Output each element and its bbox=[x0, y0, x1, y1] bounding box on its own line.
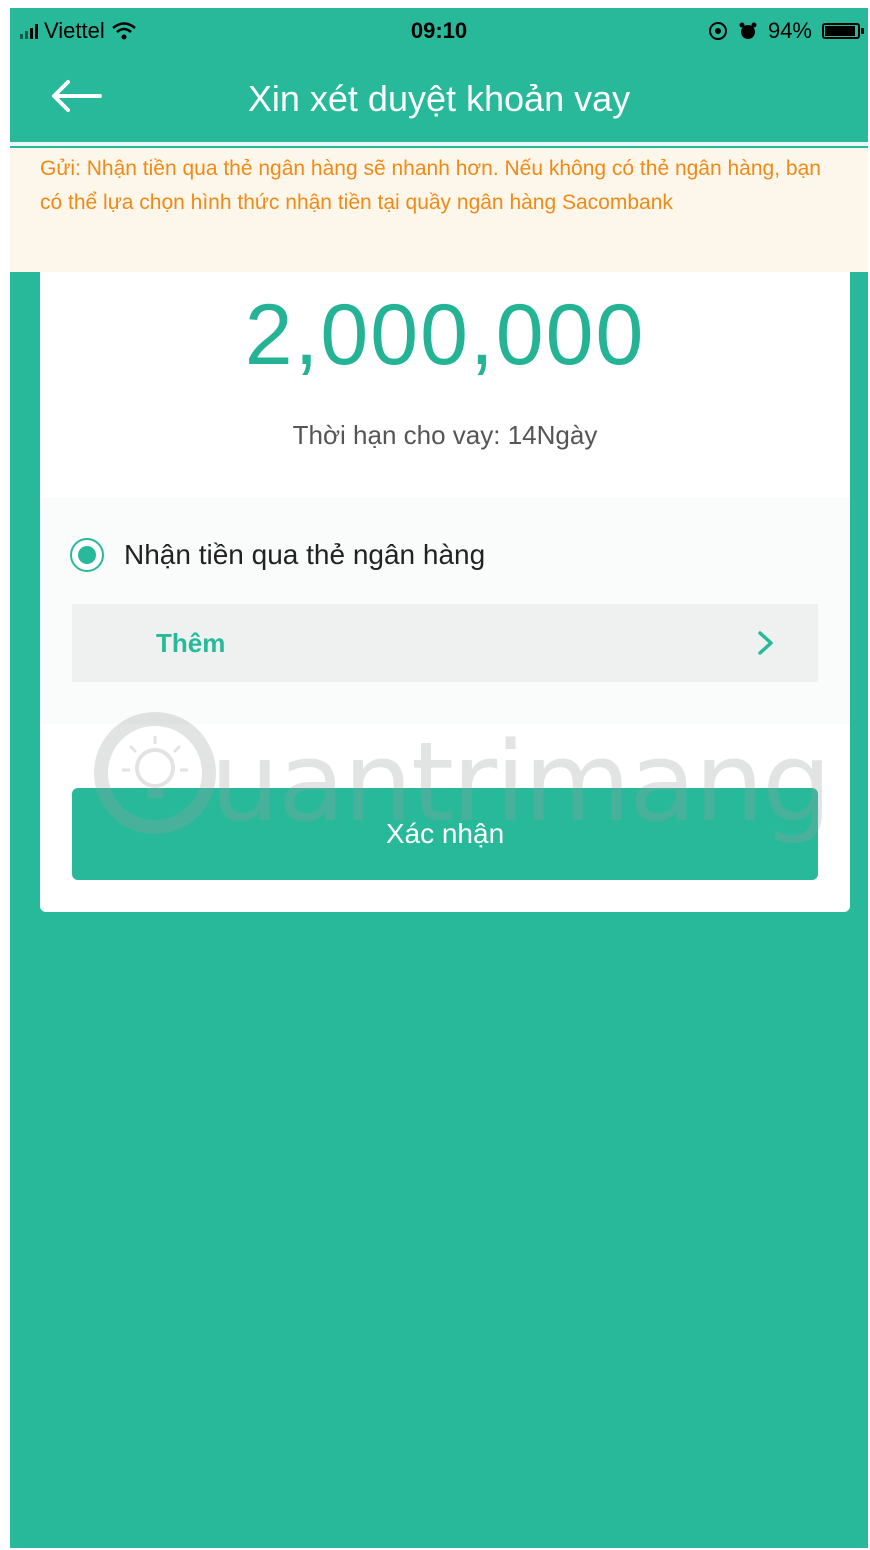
confirm-button[interactable]: Xác nhận bbox=[72, 788, 818, 880]
battery-percent: 94% bbox=[767, 18, 812, 43]
battery-level bbox=[825, 26, 856, 36]
status-right: 94% bbox=[708, 18, 864, 44]
chevron-right-icon bbox=[758, 631, 773, 655]
rotation-lock-icon bbox=[708, 22, 727, 40]
receive-method-option[interactable]: Nhận tiền qua thẻ ngân hàng bbox=[70, 538, 485, 572]
status-bar: Viettel 09:10 94% bbox=[10, 8, 868, 54]
notice-banner: Gửi: Nhận tiền qua thẻ ngân hàng sẽ nhan… bbox=[10, 148, 868, 272]
nav-divider bbox=[10, 142, 868, 146]
page-title: Xin xét duyệt khoản vay bbox=[247, 78, 631, 119]
nav-bar: Xin xét duyệt khoản vay bbox=[10, 54, 868, 142]
app-screen: Viettel 09:10 94% Xin xét duyệt khoản va… bbox=[10, 8, 868, 1548]
loan-term: Thời hạn cho vay: 14Ngày bbox=[292, 420, 598, 450]
battery-icon bbox=[822, 23, 864, 39]
loan-card: 2,000,000 Thời hạn cho vay: 14Ngày Nhận … bbox=[40, 178, 850, 912]
add-bank-card-row[interactable]: Thêm bbox=[72, 604, 818, 682]
loan-amount: 2,000,000 bbox=[244, 287, 646, 383]
alarm-icon bbox=[739, 22, 757, 39]
receive-method-label: Nhận tiền qua thẻ ngân hàng bbox=[124, 539, 486, 570]
receive-method-section: Nhận tiền qua thẻ ngân hàng Thêm bbox=[40, 498, 850, 724]
add-bank-card-label: Thêm bbox=[156, 628, 226, 658]
radio-selected-icon[interactable] bbox=[70, 538, 104, 572]
